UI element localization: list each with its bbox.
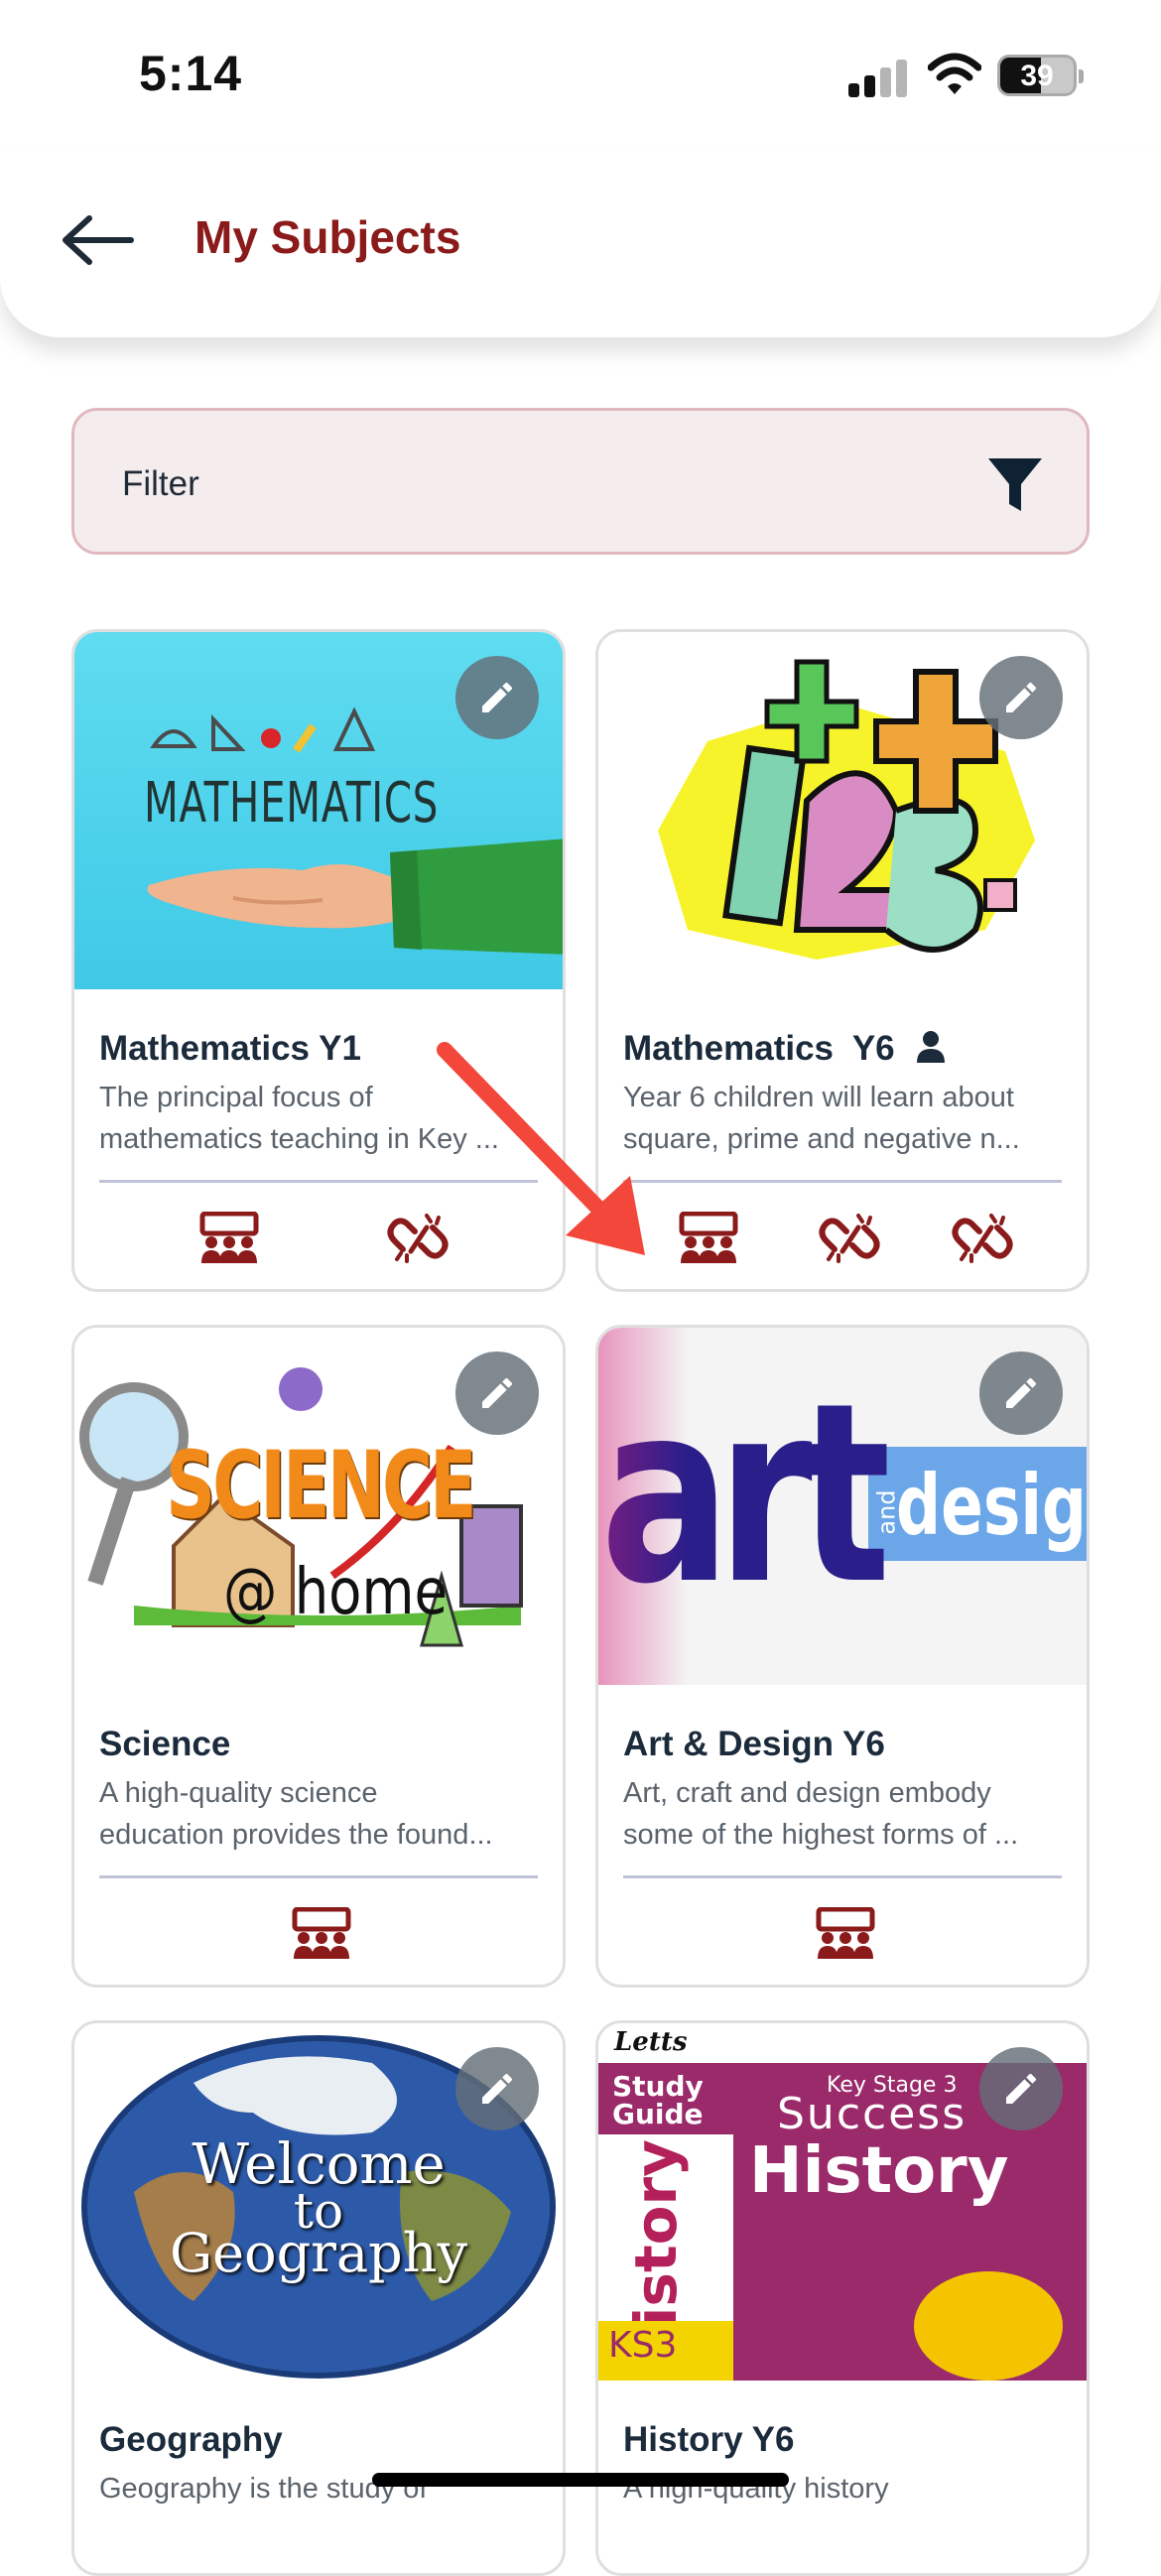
class-group-icon[interactable] (815, 1907, 876, 1961)
card-title: History Y6 (623, 2420, 795, 2459)
card-divider (623, 1180, 1062, 1183)
edit-button[interactable] (455, 1352, 539, 1435)
subject-card-mathematics-y6[interactable]: Mathematics Y6 Year 6 children will lear… (595, 629, 1090, 1292)
status-time: 5:14 (139, 46, 243, 101)
subject-card-science[interactable]: SCIENCE @ home Science A high-quality sc… (71, 1325, 566, 1988)
image-caption: @ home (223, 1556, 448, 1629)
image-caption: KS3 (608, 2325, 678, 2366)
status-bar: 5:14 39 (0, 0, 1161, 149)
card-actions (598, 1907, 1087, 1967)
card-description-line: some of the highest forms of ... (623, 1819, 1019, 1851)
image-caption: Geography (169, 2222, 468, 2284)
image-caption: and (872, 1489, 901, 1535)
card-actions (598, 1212, 1087, 1271)
card-title: Art & Design Y6 (623, 1725, 885, 1763)
filter-field[interactable]: Filter (71, 408, 1090, 555)
edit-button[interactable] (455, 2047, 539, 2130)
image-caption: SCIENCE (166, 1432, 477, 1540)
class-group-icon[interactable] (678, 1212, 739, 1265)
signal-icon (848, 58, 908, 97)
edit-button[interactable] (979, 1352, 1063, 1435)
card-description: Year 6 children will learn about square,… (623, 1077, 1060, 1160)
card-description-line: A high-quality science (99, 1777, 378, 1809)
wifi-icon (928, 53, 981, 94)
unlink-icon[interactable] (952, 1212, 1013, 1265)
image-caption: design (896, 1457, 1087, 1554)
home-indicator (372, 2473, 789, 2487)
filter-label: Filter (122, 464, 199, 503)
battery-icon: 39 (997, 55, 1084, 96)
image-caption: MATHEMATICS (144, 771, 440, 836)
card-divider (99, 1875, 538, 1878)
class-group-icon[interactable] (291, 1907, 352, 1961)
edit-button[interactable] (979, 656, 1063, 739)
app-header: My Subjects (0, 149, 1161, 337)
card-title: Mathematics Y1 (99, 1029, 361, 1068)
card-description-line: square, prime and negative n... (623, 1123, 1020, 1155)
image-caption: History (749, 2134, 1009, 2208)
image-caption: Study Guide (612, 2070, 704, 2130)
annotation-arrow (437, 1042, 645, 1255)
page-title: My Subjects (194, 211, 461, 263)
image-caption: Letts (614, 2027, 688, 2057)
filter-funnel-icon[interactable] (985, 454, 1045, 514)
class-group-icon[interactable] (198, 1212, 260, 1265)
card-title: Science (99, 1725, 231, 1763)
subject-card-history-y6[interactable]: Letts Study Guide Key Stage 3 Success Hi… (595, 2020, 1090, 2576)
card-title-row: Mathematics Y6 (623, 1029, 946, 1069)
back-arrow-icon[interactable] (60, 213, 134, 268)
edit-button[interactable] (455, 656, 539, 739)
subject-card-geography[interactable]: Welcome to Geography Geography Geography… (71, 2020, 566, 2576)
card-actions (74, 1907, 563, 1967)
unlink-icon[interactable] (819, 1212, 880, 1265)
card-description-line: Art, craft and design embody (623, 1777, 991, 1809)
card-divider (623, 1875, 1062, 1878)
card-description-line: Year 6 children will learn about (623, 1082, 1014, 1113)
image-caption: Success (777, 2089, 968, 2139)
card-description-line: education provides the found... (99, 1819, 493, 1851)
subject-card-art-design-y6[interactable]: art design and Art & Design Y6 Art, craf… (595, 1325, 1090, 1988)
person-icon (917, 1031, 946, 1063)
card-description: A high-quality science education provide… (99, 1772, 536, 1856)
card-description: Art, craft and design embody some of the… (623, 1772, 1060, 1856)
card-title: Geography (99, 2420, 283, 2459)
battery-level: 39 (1020, 60, 1054, 92)
edit-button[interactable] (979, 2047, 1063, 2130)
